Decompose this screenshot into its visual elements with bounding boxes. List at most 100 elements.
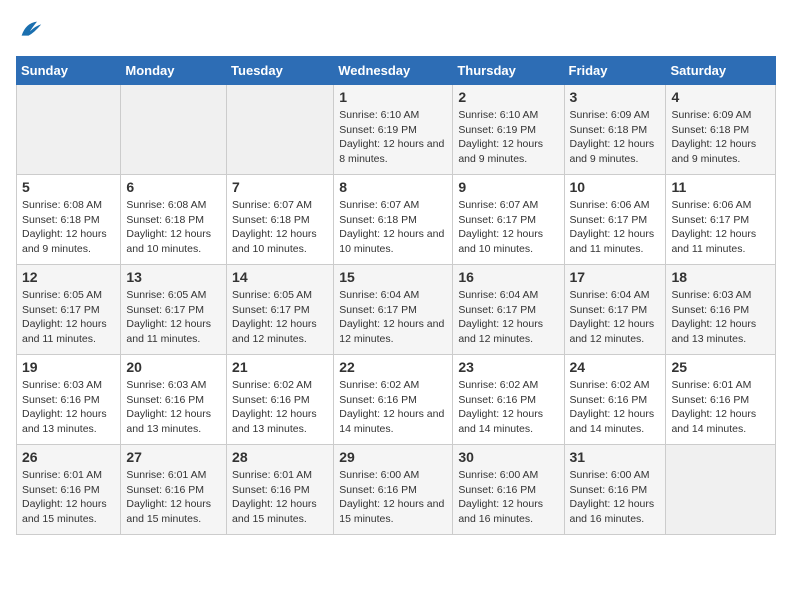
- day-number: 30: [458, 449, 558, 465]
- calendar-cell: 7Sunrise: 6:07 AMSunset: 6:18 PMDaylight…: [227, 175, 334, 265]
- day-number: 19: [22, 359, 115, 375]
- day-number: 16: [458, 269, 558, 285]
- calendar-week-5: 26 Sunrise: 6:01 AMSunset: 6:16 PMDayligh…: [17, 445, 776, 535]
- day-info: Sunrise: 6:08 AMSunset: 6:18 PMDaylight:…: [22, 198, 115, 257]
- day-number: 29: [339, 449, 447, 465]
- calendar-cell: [121, 85, 227, 175]
- day-number: 1: [339, 89, 447, 105]
- day-info: Sunrise: 6:04 AMSunset: 6:17 PMDaylight:…: [458, 288, 558, 347]
- day-number: 5: [22, 179, 115, 195]
- day-number: 6: [126, 179, 221, 195]
- day-number: 18: [671, 269, 770, 285]
- day-info: Sunrise: 6:03 AMSunset: 6:16 PMDaylight:…: [671, 288, 770, 347]
- weekday-row: SundayMondayTuesdayWednesdayThursdayFrid…: [17, 57, 776, 85]
- calendar-cell: 21 Sunrise: 6:02 AMSunset: 6:16 PMDayligh…: [227, 355, 334, 445]
- weekday-header-sunday: Sunday: [17, 57, 121, 85]
- calendar-cell: 28 Sunrise: 6:01 AMSunset: 6:16 PMDayligh…: [227, 445, 334, 535]
- day-info: Sunrise: 6:03 AMSunset: 6:16 PMDaylight:…: [22, 378, 115, 437]
- day-info: Sunrise: 6:06 AMSunset: 6:17 PMDaylight:…: [570, 198, 661, 257]
- day-number: 9: [458, 179, 558, 195]
- day-number: 25: [671, 359, 770, 375]
- day-info: Sunrise: 6:01 AMSunset: 6:16 PMDaylight:…: [126, 468, 221, 527]
- logo-bird-icon: [16, 16, 44, 44]
- calendar-cell: 13 Sunrise: 6:05 AMSunset: 6:17 PMDayligh…: [121, 265, 227, 355]
- calendar-body: 1 Sunrise: 6:10 AMSunset: 6:19 PMDaylight…: [17, 85, 776, 535]
- calendar-cell: 17 Sunrise: 6:04 AMSunset: 6:17 PMDayligh…: [564, 265, 666, 355]
- calendar-cell: 10 Sunrise: 6:06 AMSunset: 6:17 PMDayligh…: [564, 175, 666, 265]
- calendar-cell: 11Sunrise: 6:06 AMSunset: 6:17 PMDayligh…: [666, 175, 776, 265]
- calendar-cell: 25 Sunrise: 6:01 AMSunset: 6:16 PMDayligh…: [666, 355, 776, 445]
- day-info: Sunrise: 6:02 AMSunset: 6:16 PMDaylight:…: [339, 378, 447, 437]
- calendar-cell: 1 Sunrise: 6:10 AMSunset: 6:19 PMDaylight…: [334, 85, 453, 175]
- day-info: Sunrise: 6:10 AMSunset: 6:19 PMDaylight:…: [458, 108, 558, 167]
- calendar-cell: 23 Sunrise: 6:02 AMSunset: 6:16 PMDayligh…: [453, 355, 564, 445]
- day-number: 27: [126, 449, 221, 465]
- day-number: 3: [570, 89, 661, 105]
- day-number: 20: [126, 359, 221, 375]
- logo: [16, 16, 48, 44]
- day-info: Sunrise: 6:00 AMSunset: 6:16 PMDaylight:…: [339, 468, 447, 527]
- day-info: Sunrise: 6:07 AMSunset: 6:18 PMDaylight:…: [232, 198, 328, 257]
- day-number: 26: [22, 449, 115, 465]
- calendar-cell: 8Sunrise: 6:07 AMSunset: 6:18 PMDaylight…: [334, 175, 453, 265]
- day-info: Sunrise: 6:02 AMSunset: 6:16 PMDaylight:…: [232, 378, 328, 437]
- weekday-header-thursday: Thursday: [453, 57, 564, 85]
- calendar-cell: 9Sunrise: 6:07 AMSunset: 6:17 PMDaylight…: [453, 175, 564, 265]
- weekday-header-tuesday: Tuesday: [227, 57, 334, 85]
- day-info: Sunrise: 6:08 AMSunset: 6:18 PMDaylight:…: [126, 198, 221, 257]
- calendar-cell: 18 Sunrise: 6:03 AMSunset: 6:16 PMDayligh…: [666, 265, 776, 355]
- calendar-week-3: 12 Sunrise: 6:05 AMSunset: 6:17 PMDayligh…: [17, 265, 776, 355]
- weekday-header-monday: Monday: [121, 57, 227, 85]
- weekday-header-wednesday: Wednesday: [334, 57, 453, 85]
- day-number: 10: [570, 179, 661, 195]
- day-number: 23: [458, 359, 558, 375]
- calendar-cell: 27 Sunrise: 6:01 AMSunset: 6:16 PMDayligh…: [121, 445, 227, 535]
- calendar-table: SundayMondayTuesdayWednesdayThursdayFrid…: [16, 56, 776, 535]
- calendar-week-1: 1 Sunrise: 6:10 AMSunset: 6:19 PMDaylight…: [17, 85, 776, 175]
- calendar-header: SundayMondayTuesdayWednesdayThursdayFrid…: [17, 57, 776, 85]
- calendar-cell: 24Sunrise: 6:02 AMSunset: 6:16 PMDayligh…: [564, 355, 666, 445]
- day-info: Sunrise: 6:05 AMSunset: 6:17 PMDaylight:…: [126, 288, 221, 347]
- day-number: 17: [570, 269, 661, 285]
- day-number: 11: [671, 179, 770, 195]
- calendar-cell: 20Sunrise: 6:03 AMSunset: 6:16 PMDayligh…: [121, 355, 227, 445]
- weekday-header-friday: Friday: [564, 57, 666, 85]
- calendar-cell: 12Sunrise: 6:05 AMSunset: 6:17 PMDayligh…: [17, 265, 121, 355]
- day-info: Sunrise: 6:04 AMSunset: 6:17 PMDaylight:…: [339, 288, 447, 347]
- day-number: 21: [232, 359, 328, 375]
- day-info: Sunrise: 6:00 AMSunset: 6:16 PMDaylight:…: [570, 468, 661, 527]
- day-number: 15: [339, 269, 447, 285]
- calendar-cell: 19 Sunrise: 6:03 AMSunset: 6:16 PMDayligh…: [17, 355, 121, 445]
- calendar-cell: 16 Sunrise: 6:04 AMSunset: 6:17 PMDayligh…: [453, 265, 564, 355]
- day-info: Sunrise: 6:09 AMSunset: 6:18 PMDaylight:…: [570, 108, 661, 167]
- calendar-cell: 22Sunrise: 6:02 AMSunset: 6:16 PMDayligh…: [334, 355, 453, 445]
- day-info: Sunrise: 6:04 AMSunset: 6:17 PMDaylight:…: [570, 288, 661, 347]
- calendar-cell: 31 Sunrise: 6:00 AMSunset: 6:16 PMDayligh…: [564, 445, 666, 535]
- day-info: Sunrise: 6:01 AMSunset: 6:16 PMDaylight:…: [232, 468, 328, 527]
- calendar-cell: 4 Sunrise: 6:09 AMSunset: 6:18 PMDaylight…: [666, 85, 776, 175]
- day-number: 14: [232, 269, 328, 285]
- calendar-week-2: 5 Sunrise: 6:08 AMSunset: 6:18 PMDaylight…: [17, 175, 776, 265]
- calendar-cell: 15 Sunrise: 6:04 AMSunset: 6:17 PMDayligh…: [334, 265, 453, 355]
- day-number: 28: [232, 449, 328, 465]
- calendar-cell: 14Sunrise: 6:05 AMSunset: 6:17 PMDayligh…: [227, 265, 334, 355]
- calendar-cell: 3 Sunrise: 6:09 AMSunset: 6:18 PMDaylight…: [564, 85, 666, 175]
- day-number: 4: [671, 89, 770, 105]
- day-info: Sunrise: 6:10 AMSunset: 6:19 PMDaylight:…: [339, 108, 447, 167]
- day-info: Sunrise: 6:01 AMSunset: 6:16 PMDaylight:…: [671, 378, 770, 437]
- day-number: 12: [22, 269, 115, 285]
- calendar-cell: 6 Sunrise: 6:08 AMSunset: 6:18 PMDaylight…: [121, 175, 227, 265]
- day-info: Sunrise: 6:07 AMSunset: 6:18 PMDaylight:…: [339, 198, 447, 257]
- calendar-cell: [17, 85, 121, 175]
- day-info: Sunrise: 6:09 AMSunset: 6:18 PMDaylight:…: [671, 108, 770, 167]
- calendar-cell: 2Sunrise: 6:10 AMSunset: 6:19 PMDaylight…: [453, 85, 564, 175]
- calendar-cell: 26 Sunrise: 6:01 AMSunset: 6:16 PMDayligh…: [17, 445, 121, 535]
- day-number: 31: [570, 449, 661, 465]
- page-header: [16, 16, 776, 44]
- calendar-cell: 30 Sunrise: 6:00 AMSunset: 6:16 PMDayligh…: [453, 445, 564, 535]
- calendar-cell: [666, 445, 776, 535]
- day-info: Sunrise: 6:01 AMSunset: 6:16 PMDaylight:…: [22, 468, 115, 527]
- day-info: Sunrise: 6:00 AMSunset: 6:16 PMDaylight:…: [458, 468, 558, 527]
- day-number: 13: [126, 269, 221, 285]
- day-info: Sunrise: 6:02 AMSunset: 6:16 PMDaylight:…: [458, 378, 558, 437]
